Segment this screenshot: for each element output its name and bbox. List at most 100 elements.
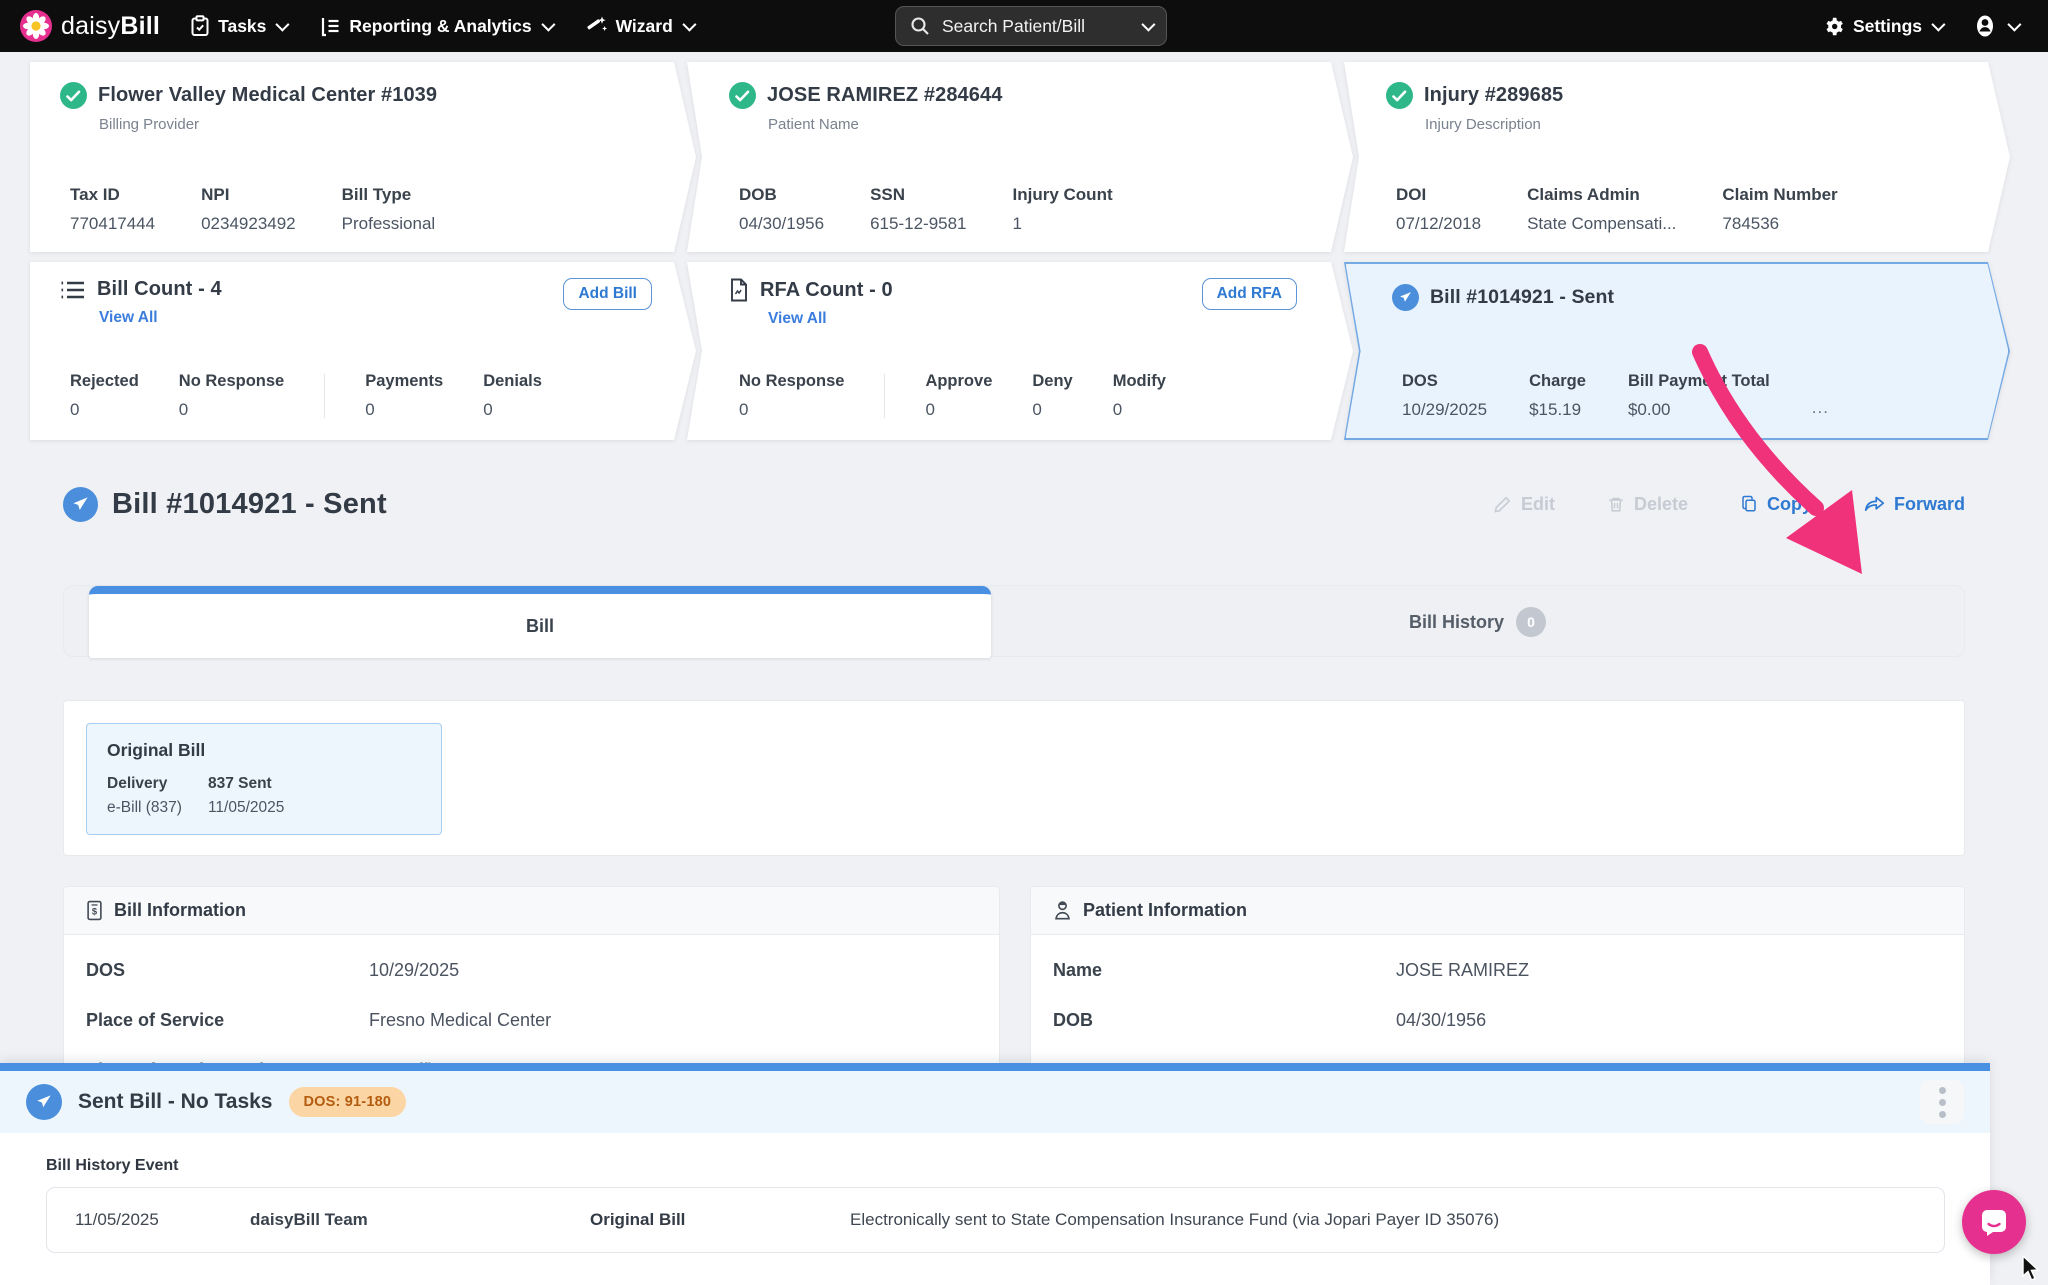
stat-denials: Denials 0 (483, 372, 542, 420)
stat-no-response: No Response 0 (179, 372, 284, 420)
mouse-cursor (2022, 1256, 2044, 1282)
tab-bill-history[interactable]: Bill History 0 (991, 586, 1964, 658)
search-label: Search Patient/Bill (942, 16, 1085, 37)
rfa-view-all[interactable]: View All (768, 310, 827, 328)
tab-bill-label: Bill (526, 616, 554, 637)
stat-approve: Approve 0 (925, 372, 992, 420)
search-icon (910, 16, 930, 36)
field-837-sent: 837 Sent 11/05/2025 (208, 775, 284, 817)
row-name: Name JOSE RAMIREZ (1053, 945, 1964, 995)
field-tax-id: Tax ID 770417444 (70, 185, 155, 234)
check-circle-icon (729, 82, 756, 109)
history-date: 11/05/2025 (75, 1210, 250, 1230)
check-circle-icon (1386, 82, 1413, 109)
bill-actions: Edit Delete Copy Forward (1493, 494, 1965, 515)
field-delivery: Delivery e-Bill (837) (107, 775, 182, 817)
add-rfa-button[interactable]: Add RFA (1202, 278, 1297, 310)
field-claims-admin: Claims Admin State Compensati... (1527, 185, 1676, 234)
nav-menu: Tasks Reporting & Analytics (190, 15, 693, 37)
stat-payments: Payments 0 (365, 372, 443, 420)
billing-provider-subtitle: Billing Provider (99, 116, 666, 133)
copy-button[interactable]: Copy (1740, 494, 1812, 515)
rfa-count-title: RFA Count - 0 (760, 279, 893, 302)
stat-dos: DOS 10/29/2025 (1402, 372, 1487, 420)
bill-document-icon: $ (86, 900, 103, 921)
check-circle-icon (60, 82, 87, 109)
original-bill-card[interactable]: Original Bill Delivery e-Bill (837) 837 … (86, 723, 442, 835)
nav-wizard[interactable]: Wizard (586, 15, 693, 37)
nav-settings-label: Settings (1853, 16, 1922, 37)
nav-reporting[interactable]: Reporting & Analytics (320, 16, 551, 37)
brand-name: daisyBill (61, 12, 160, 41)
history-count-badge: 0 (1516, 607, 1546, 637)
paper-plane-icon (1392, 284, 1419, 311)
nav-right: Settings (1824, 13, 2048, 39)
nav-tasks-label: Tasks (218, 16, 266, 37)
bill-history-table: 11/05/2025 daisyBill Team Original Bill … (46, 1187, 1945, 1253)
report-chart-icon (320, 16, 341, 37)
patient-info-title: Patient Information (1083, 900, 1247, 921)
billing-provider-card[interactable]: Flower Valley Medical Center #1039 Billi… (30, 62, 696, 252)
divider (324, 374, 325, 418)
stat-no-response: No Response 0 (739, 372, 844, 420)
patient-person-icon (1053, 900, 1072, 921)
paper-plane-icon (26, 1084, 62, 1120)
row-dos: DOS 10/29/2025 (86, 945, 999, 995)
nav-settings[interactable]: Settings (1824, 16, 1942, 37)
selected-bill-title: Bill #1014921 - Sent (1430, 286, 1614, 309)
chat-bubble-icon (1979, 1207, 2009, 1237)
selected-bill-card[interactable]: Bill #1014921 - Sent DOS 10/29/2025 Char… (1344, 262, 2010, 440)
patient-card[interactable]: JOSE RAMIREZ #284644 Patient Name DOB 04… (687, 62, 1353, 252)
patient-title: JOSE RAMIREZ #284644 (767, 84, 1002, 107)
wand-icon (586, 15, 608, 37)
rfa-count-card[interactable]: RFA Count - 0 View All Add RFA No Respon… (687, 262, 1353, 440)
field-bill-type: Bill Type Professional (342, 185, 436, 234)
chat-launcher-button[interactable] (1962, 1190, 2026, 1254)
divider (884, 374, 885, 418)
field-npi: NPI 0234923492 (201, 185, 296, 234)
chevron-down-icon (276, 18, 290, 32)
injury-card[interactable]: Injury #289685 Injury Description DOI 07… (1344, 62, 2010, 252)
history-description: Electronically sent to State Compensatio… (850, 1210, 1499, 1230)
patient-subtitle: Patient Name (768, 116, 1323, 133)
add-bill-button[interactable]: Add Bill (563, 278, 652, 310)
bill-info-title: Bill Information (114, 900, 246, 921)
chevron-down-icon (1141, 18, 1155, 32)
more-ellipsis: ... (1812, 398, 1829, 420)
stat-charge: Charge $15.19 (1529, 372, 1586, 420)
task-sheet-header: Sent Bill - No Tasks DOS: 91-180 (0, 1071, 1990, 1133)
bill-history-event-heading: Bill History Event (46, 1157, 1944, 1175)
bill-count-title: Bill Count - 4 (97, 278, 222, 301)
page-title: Bill #1014921 - Sent (112, 488, 387, 521)
daisybill-logo[interactable]: daisyBill (20, 10, 160, 42)
history-type: Original Bill (590, 1210, 850, 1230)
stat-deny: Deny 0 (1032, 372, 1072, 420)
sent-bill-task-sheet: Sent Bill - No Tasks DOS: 91-180 Bill Hi… (0, 1063, 1990, 1285)
daisy-flower-icon (20, 10, 52, 42)
injury-title: Injury #289685 (1424, 84, 1563, 107)
page: daisyBill Tasks (0, 0, 2048, 1285)
search-patient-bill[interactable]: Search Patient/Bill (895, 6, 1167, 46)
bill-count-card[interactable]: Bill Count - 4 View All Add Bill Rejecte… (30, 262, 696, 440)
user-avatar-icon (1972, 13, 1998, 39)
bill-count-view-all[interactable]: View All (99, 309, 158, 327)
stat-rejected: Rejected 0 (70, 372, 139, 420)
nav-tasks[interactable]: Tasks (190, 15, 286, 37)
forward-button[interactable]: Forward (1864, 494, 1965, 515)
field-ssn: SSN 615-12-9581 (870, 185, 966, 234)
nav-wizard-label: Wizard (616, 16, 673, 37)
chevron-down-icon (541, 18, 555, 32)
original-bill-title: Original Bill (107, 740, 421, 761)
bill-page-header: Bill #1014921 - Sent Edit Delete Copy (63, 472, 1965, 536)
billing-provider-title: Flower Valley Medical Center #1039 (98, 84, 437, 107)
task-sheet-title: Sent Bill - No Tasks (78, 1090, 273, 1114)
account-menu[interactable] (1972, 13, 2018, 39)
delete-button[interactable]: Delete (1607, 494, 1688, 515)
forward-arrow-icon (1864, 495, 1885, 513)
bill-tabs: Bill Bill History 0 (63, 585, 1965, 657)
chevron-down-icon (2007, 18, 2021, 32)
gear-icon (1824, 16, 1845, 37)
kebab-menu-icon[interactable] (1920, 1080, 1964, 1124)
edit-button[interactable]: Edit (1493, 494, 1555, 515)
tab-bill[interactable]: Bill (89, 586, 991, 658)
